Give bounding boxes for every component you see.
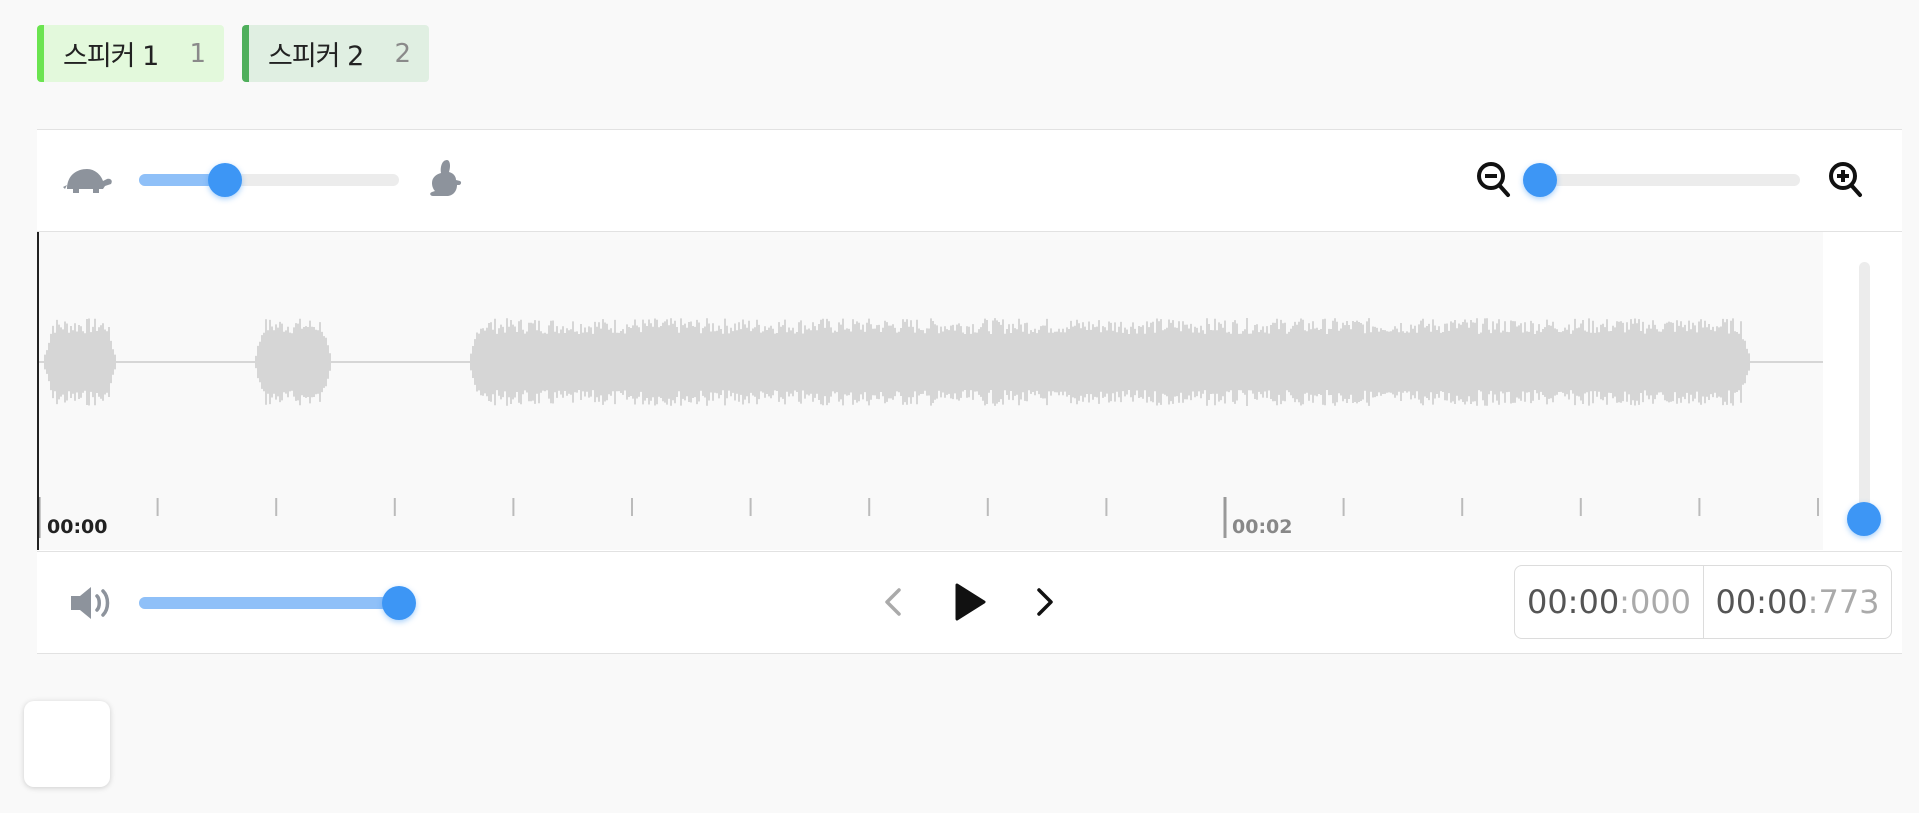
waveform[interactable]: 00:00 00:02: [37, 232, 1823, 550]
zoom-in-icon[interactable]: [1827, 160, 1865, 200]
current-time-ms: :000: [1619, 583, 1692, 621]
vertical-zoom-track: [1859, 262, 1870, 524]
volume-icon[interactable]: [69, 583, 113, 623]
chevron-right-icon[interactable]: [1028, 582, 1062, 622]
chevron-left-icon[interactable]: [876, 582, 910, 622]
play-icon[interactable]: [950, 579, 990, 625]
waveform-graphic: [37, 318, 1823, 538]
rabbit-icon: [423, 158, 463, 200]
speed-slider[interactable]: [139, 163, 399, 197]
label-hotkey: 2: [394, 38, 411, 69]
current-time-display: 00:00:000: [1514, 565, 1704, 639]
vertical-zoom-thumb[interactable]: [1847, 502, 1881, 536]
vertical-zoom-slider[interactable]: [1823, 232, 1902, 550]
label-speaker-1[interactable]: 스피커 1 1: [37, 25, 224, 82]
total-time-ms: :773: [1807, 583, 1880, 621]
top-toolbar: [37, 130, 1902, 232]
label-hotkey: 1: [189, 38, 206, 69]
zoom-slider[interactable]: [1523, 163, 1800, 197]
zoom-slider-thumb[interactable]: [1523, 163, 1557, 197]
timeline-label-mid: 00:02: [1232, 516, 1293, 538]
label-speaker-2[interactable]: 스피커 2 2: [242, 25, 429, 82]
label-name: 스피커 2: [268, 41, 364, 72]
bottom-toolbar: 00:00:000 00:00:773: [37, 551, 1902, 654]
empty-card: [24, 701, 110, 787]
timeline-label-start: 00:00: [47, 516, 108, 538]
volume-slider-thumb[interactable]: [382, 586, 416, 620]
zoom-out-icon[interactable]: [1475, 160, 1513, 200]
audio-player-panel: 00:00 00:02 00:00:000 00:00:773: [37, 129, 1902, 654]
total-time-display: 00:00:773: [1703, 565, 1892, 639]
turtle-icon: [63, 162, 113, 198]
current-time-main: 00:00: [1526, 583, 1620, 621]
volume-slider[interactable]: [139, 586, 416, 620]
label-list: 스피커 1 1 스피커 2 2: [37, 25, 429, 82]
speed-slider-thumb[interactable]: [207, 163, 242, 197]
playhead-cursor: [37, 232, 39, 550]
total-time-main: 00:00: [1715, 583, 1808, 621]
label-name: 스피커 1: [63, 41, 159, 72]
